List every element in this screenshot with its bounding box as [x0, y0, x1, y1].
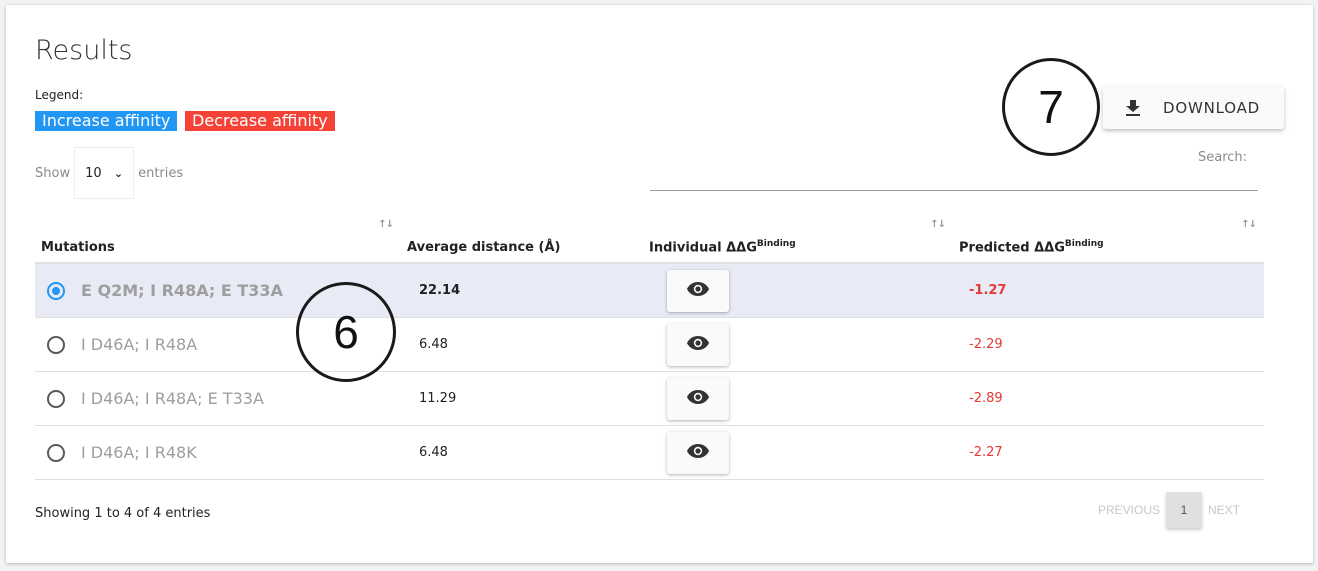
individual-ddg-cell — [643, 371, 953, 426]
table-info: Showing 1 to 4 of 4 entries — [35, 506, 211, 521]
predicted-ddg-cell: -1.27 — [953, 263, 1264, 318]
mutation-cell: E Q2M; I R48A; E T33A — [35, 263, 401, 318]
row-radio[interactable] — [47, 335, 65, 354]
download-label: DOWNLOAD — [1163, 98, 1260, 117]
column-header-individual-ddg[interactable]: Individual ΔΔGBinding ↑↓ — [643, 215, 953, 264]
predicted-ddg-cell: -2.89 — [953, 371, 1264, 426]
mutation-label: E Q2M; I R48A; E T33A — [81, 281, 283, 300]
view-individual-ddg-button[interactable] — [667, 323, 729, 366]
column-header-average-distance: Average distance (Å) — [401, 215, 643, 264]
results-table: Mutations ↑↓ Average distance (Å) Indivi… — [35, 215, 1264, 480]
mutation-cell: I D46A; I R48K — [35, 425, 401, 480]
download-button[interactable]: DOWNLOAD — [1103, 86, 1284, 129]
predicted-ddg-cell: -2.29 — [953, 317, 1264, 372]
eye-icon — [687, 335, 709, 354]
length-menu: Show 10 ⌄ entries — [35, 147, 183, 199]
individual-ddg-cell — [643, 317, 953, 372]
chevron-down-icon: ⌄ — [113, 166, 124, 180]
eye-icon — [687, 389, 709, 408]
sort-icon[interactable]: ↑↓ — [378, 219, 394, 230]
table-row[interactable]: E Q2M; I R48A; E T33A 22.14 -1.27 — [35, 263, 1264, 318]
column-header-mutations[interactable]: Mutations ↑↓ — [35, 215, 401, 264]
average-distance-cell: 6.48 — [401, 425, 643, 480]
entries-label: entries — [138, 165, 184, 181]
previous-button[interactable]: PREVIOUS — [1098, 503, 1160, 517]
column-label: Average distance (Å) — [407, 240, 561, 255]
search-input[interactable] — [650, 170, 1258, 191]
mutation: E Q2M; I R48A; E T33A — [41, 281, 395, 300]
table-row[interactable]: I D46A; I R48K 6.48 -2.27 — [35, 425, 1264, 480]
sort-icon[interactable]: ↑↓ — [930, 219, 946, 230]
individual-ddg-cell — [643, 263, 953, 318]
entries-select-value: 10 — [85, 165, 102, 181]
column-sup: Binding — [1064, 238, 1104, 249]
mutation-cell: I D46A; I R48A — [35, 317, 401, 372]
legend-label: Legend: — [35, 88, 84, 102]
average-distance-cell: 22.14 — [401, 263, 643, 318]
column-label: Mutations — [41, 240, 115, 255]
page-title: Results — [35, 35, 133, 66]
download-icon — [1125, 99, 1141, 116]
page-1-button[interactable]: 1 — [1166, 492, 1203, 528]
row-radio[interactable] — [47, 443, 65, 462]
annotation-circle-7: 7 — [1002, 58, 1100, 156]
row-radio[interactable] — [47, 281, 65, 300]
table-header-row: Mutations ↑↓ Average distance (Å) Indivi… — [35, 215, 1264, 264]
individual-ddg-cell — [643, 425, 953, 480]
legend-decrease-affinity: Decrease affinity — [185, 111, 335, 131]
eye-icon — [687, 443, 709, 462]
mutation-label: I D46A; I R48A; E T33A — [81, 389, 264, 408]
column-label: Predicted ΔΔG — [959, 240, 1065, 255]
sort-icon[interactable]: ↑↓ — [1241, 219, 1257, 230]
column-sup: Binding — [756, 238, 796, 249]
average-distance-cell: 11.29 — [401, 371, 643, 426]
eye-icon — [687, 281, 709, 300]
mutation: I D46A; I R48A — [41, 335, 395, 354]
search-label: Search: — [1198, 150, 1248, 165]
pagination: PREVIOUS 1 NEXT — [1098, 492, 1240, 528]
row-radio[interactable] — [47, 389, 65, 408]
next-button[interactable]: NEXT — [1208, 503, 1240, 517]
table-row[interactable]: I D46A; I R48A; E T33A 11.29 -2.89 — [35, 371, 1264, 426]
view-individual-ddg-button[interactable] — [667, 377, 729, 420]
table-row[interactable]: I D46A; I R48A 6.48 -2.29 — [35, 317, 1264, 372]
view-individual-ddg-button[interactable] — [667, 431, 729, 474]
mutation: I D46A; I R48A; E T33A — [41, 389, 395, 408]
mutation-label: I D46A; I R48K — [81, 443, 197, 462]
entries-select[interactable]: 10 ⌄ — [74, 147, 135, 199]
average-distance-cell: 6.48 — [401, 317, 643, 372]
mutation: I D46A; I R48K — [41, 443, 395, 462]
column-header-predicted-ddg[interactable]: Predicted ΔΔGBinding ↑↓ — [953, 215, 1264, 264]
mutation-cell: I D46A; I R48A; E T33A — [35, 371, 401, 426]
legend-increase-affinity: Increase affinity — [35, 111, 178, 131]
mutation-label: I D46A; I R48A — [81, 335, 198, 354]
results-card: Results Legend: Increase affinity Decrea… — [6, 5, 1313, 563]
view-individual-ddg-button[interactable] — [667, 269, 729, 312]
predicted-ddg-cell: -2.27 — [953, 425, 1264, 480]
show-label: Show — [35, 165, 71, 181]
column-label: Individual ΔΔG — [649, 240, 757, 255]
